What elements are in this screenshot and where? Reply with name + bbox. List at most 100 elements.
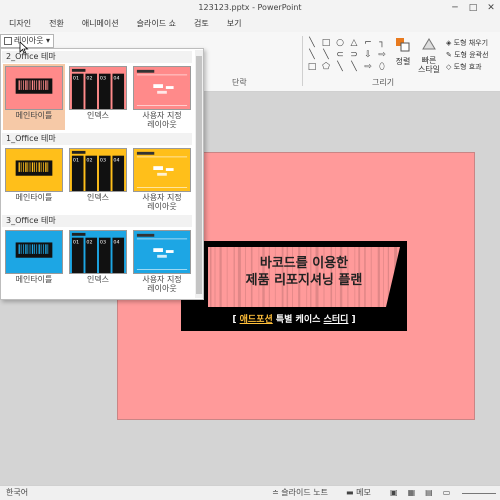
shape-item[interactable]: ╲: [306, 38, 318, 48]
shape-item[interactable]: □: [320, 38, 332, 48]
shape-fill-button[interactable]: ◈ 도형 채우기: [446, 37, 489, 49]
shape-item[interactable]: ⬯: [376, 62, 388, 72]
quick-styles-button[interactable]: 빠른 스타일: [416, 36, 442, 74]
arrange-icon: [396, 38, 410, 52]
quick-styles-icon: [422, 38, 436, 50]
scrollbar-thumb[interactable]: [196, 56, 202, 294]
layout-thumbnail: [5, 66, 63, 110]
tab-animations[interactable]: 애니메이션: [73, 16, 128, 32]
shapes-gallery[interactable]: ╲ □ ○ △ ⌐ ┐ ╲ ╲ ⊂ ⊃ ⇩ ⇨ □ ⬠ ╲ ╲ ⇨ ⬯: [306, 38, 388, 72]
layout-option-index[interactable]: 01 02 03 04 인덱스: [67, 146, 129, 212]
shape-format-commands: ◈ 도형 채우기 ✎ 도형 윤곽선 ◇ 도형 효과: [446, 37, 489, 73]
layout-thumbnail: [5, 148, 63, 192]
layout-option-label-line-1: 사용자 지정: [142, 111, 182, 120]
shape-item[interactable]: ⇩: [362, 50, 374, 60]
quick-styles-label-2: 스타일: [417, 65, 441, 74]
drawing-group-label: 그리기: [372, 78, 395, 87]
layout-option-label: 사용자 지정 레이아웃: [131, 275, 193, 293]
shape-effects-label: 도형 효과: [453, 63, 482, 71]
shape-fill-label: 도형 채우기: [453, 39, 489, 47]
layout-option-label-line-1: 인덱스: [86, 275, 110, 284]
shape-item[interactable]: ⌐: [362, 38, 374, 48]
layout-option-index[interactable]: 01 02 03 04 인덱스: [67, 228, 129, 294]
layout-thumbnail: 01 02 03 04: [69, 148, 127, 192]
shape-item[interactable]: ╲: [320, 50, 332, 60]
shape-item[interactable]: ┐: [376, 38, 388, 48]
arrange-button[interactable]: 정렬: [392, 36, 414, 67]
close-button[interactable]: ✕: [482, 0, 500, 16]
layout-option-label-line-1: 메인타이틀: [15, 275, 53, 284]
layout-option-label-line-1: 인덱스: [86, 111, 110, 120]
normal-view-icon[interactable]: ▣: [390, 486, 398, 500]
layout-option-content[interactable]: 사용자 지정 레이아웃: [131, 228, 193, 294]
language-indicator[interactable]: 한국어: [6, 486, 28, 500]
layout-option-label: 메인타이틀: [3, 111, 65, 120]
layout-option-label: 사용자 지정 레이아웃: [131, 193, 193, 211]
paragraph-group-label: 단락: [232, 78, 247, 87]
layout-option-label-line-2: 레이아웃: [147, 284, 177, 293]
slideshow-view-icon[interactable]: ▭: [443, 486, 451, 500]
layout-option-content[interactable]: 사용자 지정 레이아웃: [131, 64, 193, 130]
shape-item[interactable]: ⬠: [320, 62, 332, 72]
window-controls: ─ □ ✕: [446, 0, 500, 16]
zoom-slider[interactable]: [462, 493, 496, 494]
comments-button[interactable]: ▬ 메모: [346, 486, 371, 500]
shape-item[interactable]: ╲: [334, 62, 346, 72]
paint-bucket-icon: ◈: [446, 39, 454, 47]
notes-button[interactable]: ≐ 슬라이드 노트: [272, 486, 328, 500]
shape-item[interactable]: ╲: [348, 62, 360, 72]
group-separator: [302, 36, 303, 86]
effects-icon: ◇: [446, 63, 454, 71]
tab-design[interactable]: 디자인: [0, 16, 40, 32]
svg-text:02: 02: [86, 157, 92, 163]
shape-item[interactable]: △: [348, 38, 360, 48]
shape-item[interactable]: ○: [334, 38, 346, 48]
shape-item[interactable]: ⊂: [334, 50, 346, 60]
ribbon-tabs: 디자인 전환 애니메이션 슬라이드 쇼 검토 보기: [0, 16, 500, 32]
layout-thumbnail: [133, 148, 191, 192]
shape-outline-button[interactable]: ✎ 도형 윤곽선: [446, 49, 489, 61]
shape-item[interactable]: ⇨: [362, 62, 374, 72]
layout-dropdown: 2_Office 테마 메인타이틀 01 02 03 04 인덱스 사용자 지정 레이아웃 1_O…: [0, 48, 204, 300]
shape-item[interactable]: ╲: [306, 50, 318, 60]
minimize-button[interactable]: ─: [446, 0, 464, 16]
layout-option-label: 메인타이틀: [3, 275, 65, 284]
layout-option-label: 인덱스: [67, 275, 129, 284]
window-title: 123123.pptx - PowerPoint: [198, 3, 302, 12]
svg-text:04: 04: [113, 157, 119, 163]
shape-item[interactable]: ⊃: [348, 50, 360, 60]
layout-option-index[interactable]: 01 02 03 04 인덱스: [67, 64, 129, 130]
slide-subtitle[interactable]: [ 애드포션 특별 케이스 스터디 ]: [181, 312, 407, 325]
dropdown-scrollbar[interactable]: [195, 50, 203, 298]
layout-option-barcode[interactable]: 메인타이틀: [3, 228, 65, 294]
layout-option-barcode[interactable]: 메인타이틀: [3, 64, 65, 130]
layout-option-label-line-2: 레이아웃: [147, 120, 177, 129]
layout-option-label-line-1: 사용자 지정: [142, 275, 182, 284]
shape-effects-button[interactable]: ◇ 도형 효과: [446, 61, 489, 73]
title-bar: 123123.pptx - PowerPoint ─ □ ✕: [0, 0, 500, 16]
subtitle-mid: 특별 케이스: [272, 315, 324, 325]
maximize-button[interactable]: □: [464, 0, 482, 16]
title-banner[interactable]: 바코드를 이용한 제품 리포지셔닝 플랜 [ 애드포션 특별 케이스 스터디 ]: [181, 241, 407, 331]
layout-option-label-line-1: 사용자 지정: [142, 193, 182, 202]
layout-option-label: 인덱스: [67, 193, 129, 202]
view-buttons: ▣ ▦ ▤ ▭: [390, 486, 450, 500]
tab-review[interactable]: 검토: [185, 16, 218, 32]
layout-option-label: 메인타이틀: [3, 193, 65, 202]
tab-slideshow[interactable]: 슬라이드 쇼: [128, 16, 185, 32]
slide-title[interactable]: 바코드를 이용한 제품 리포지셔닝 플랜: [208, 255, 400, 289]
layout-option-content[interactable]: 사용자 지정 레이아웃: [131, 146, 193, 212]
svg-text:04: 04: [113, 75, 119, 81]
shape-item[interactable]: ⇨: [376, 50, 388, 60]
tab-view[interactable]: 보기: [218, 16, 251, 32]
slide-sorter-view-icon[interactable]: ▦: [408, 486, 416, 500]
layout-option-barcode[interactable]: 메인타이틀: [3, 146, 65, 212]
subtitle-study: 스터디: [323, 315, 349, 325]
layout-thumbnail: [5, 230, 63, 274]
shape-item[interactable]: □: [306, 62, 318, 72]
status-bar: 한국어 ≐ 슬라이드 노트 ▬ 메모 ▣ ▦ ▤ ▭: [0, 485, 500, 500]
svg-text:01: 01: [73, 75, 79, 81]
reading-view-icon[interactable]: ▤: [425, 486, 433, 500]
subtitle-brand: 애드포션: [239, 315, 273, 325]
tab-transitions[interactable]: 전환: [40, 16, 73, 32]
